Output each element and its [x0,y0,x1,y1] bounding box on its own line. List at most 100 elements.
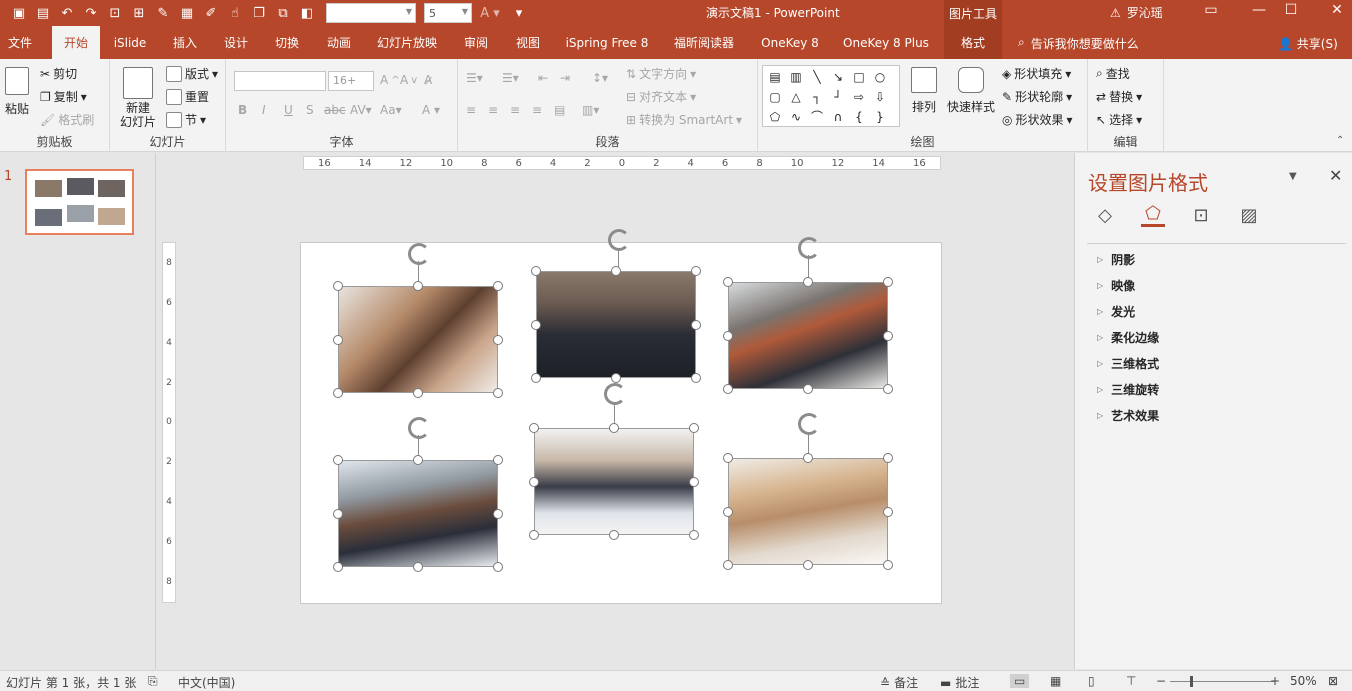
share-button[interactable]: 👤 共享(S) [1278,35,1338,52]
pane-item-shadow[interactable]: ▷ 阴影 [1097,251,1135,268]
convert-smartart-button[interactable]: ⊞ 转换为 SmartArt ▾ [626,111,742,128]
resize-handle[interactable] [723,384,733,394]
zoom-slider-thumb[interactable] [1190,676,1193,687]
zoom-level[interactable]: 50% [1290,674,1317,688]
align-right-icon[interactable]: ≡ [510,103,520,117]
curve-shape-icon[interactable]: ∩ [828,108,848,127]
resize-handle[interactable] [493,455,503,465]
slide-sorter-icon[interactable]: ▦ [1050,674,1061,688]
tab-onekey8[interactable]: OneKey 8 [754,26,826,59]
font-name-combo[interactable]: ▼ [326,3,416,23]
tab-view[interactable]: 视图 [506,26,550,59]
rotate-handle-icon[interactable] [608,229,630,251]
rotate-handle-icon[interactable] [604,383,626,405]
spell-check-icon[interactable]: ⎘ [148,674,158,689]
pane-item-3d-format[interactable]: ▷ 三维格式 [1097,355,1159,372]
copy-icon[interactable]: ❐ [248,3,270,23]
photo-handshake[interactable] [534,428,694,535]
resize-handle[interactable] [493,562,503,572]
undo-icon[interactable]: ↶ [56,3,78,23]
resize-handle[interactable] [691,373,701,383]
increase-indent-icon[interactable]: ⇥ [560,71,570,85]
cut-button[interactable]: ✂ 剪切 [40,65,77,82]
left-brace-shape-icon[interactable]: { [849,108,869,127]
user-area[interactable]: ⚠ 罗沁瑶 [1110,4,1163,21]
change-case-button[interactable]: Aa▾ [380,103,402,117]
customize-qat-icon[interactable]: ▾ [508,3,530,23]
photo-meeting-table[interactable] [728,282,888,389]
resize-handle[interactable] [723,506,733,517]
paste-button[interactable]: 粘贴 [3,67,31,117]
tab-islide[interactable]: iSlide [106,26,154,59]
arrow-line-shape-icon[interactable]: ↘ [828,68,848,87]
resize-handle[interactable] [883,330,893,341]
columns-icon[interactable]: ▥▾ [582,103,599,117]
scribble-shape-icon[interactable]: ∿ [786,108,806,127]
pane-item-artistic-effects[interactable]: ▷ 艺术效果 [1097,407,1159,424]
layout-button[interactable]: 版式 ▾ [166,65,218,82]
triangle-shape-icon[interactable]: △ [786,88,806,107]
resize-handle[interactable] [803,560,813,570]
notes-button[interactable]: ≙ 备注 [880,674,918,691]
replace-button[interactable]: ⇄ 替换 ▾ [1096,88,1142,105]
resize-handle[interactable] [689,476,699,487]
close-icon[interactable]: ✕ [1329,166,1342,185]
maximize-icon[interactable]: ☐ [1276,2,1306,18]
zoom-in-icon[interactable]: + [1270,674,1280,688]
resize-handle[interactable] [529,423,539,433]
tab-design[interactable]: 设计 [214,26,258,59]
tab-review[interactable]: 审阅 [454,26,498,59]
ungroup-icon[interactable]: ◧ [296,3,318,23]
resize-handle[interactable] [609,423,619,433]
resize-handle[interactable] [333,455,343,465]
decrease-indent-icon[interactable]: ⇤ [538,71,548,85]
right-brace-shape-icon[interactable]: } [870,108,890,127]
resize-handle[interactable] [413,281,423,291]
align-center-icon[interactable]: ≡ [488,103,498,117]
resize-handle[interactable] [803,453,813,463]
right-arrow-shape-icon[interactable]: ⇨ [849,88,869,107]
effects-pentagon-icon[interactable]: ⬠ [1141,203,1165,227]
size-icon[interactable]: ⊡ [1189,203,1213,227]
pane-item-soft-edges[interactable]: ▷ 柔化边缘 [1097,329,1159,346]
resize-handle[interactable] [691,266,701,276]
resize-handle[interactable] [333,281,343,291]
fill-icon[interactable]: ◇ [1093,203,1117,227]
resize-handle[interactable] [689,423,699,433]
resize-handle[interactable] [723,560,733,570]
resize-handle[interactable] [883,277,893,287]
comments-button[interactable]: ▬ 批注 [940,674,979,691]
reset-button[interactable]: 重置 [166,88,209,105]
font-name-input[interactable] [234,71,326,91]
bold-button[interactable]: B [238,103,247,117]
zoom-slider[interactable] [1170,681,1274,682]
ribbon-display-icon[interactable]: ▭ [1196,2,1226,18]
tab-ispring[interactable]: iSpring Free 8 [558,26,656,59]
slideshow-view-icon[interactable]: ⊤ [1126,674,1136,688]
save-icon[interactable]: ▣ [8,3,30,23]
new-slide-button[interactable]: 新建 幻灯片 [114,67,162,129]
clear-format-icon[interactable]: A̷ [424,73,432,87]
slide-thumbnail[interactable] [25,169,134,235]
strikethrough-button[interactable]: abc [324,103,346,117]
tab-format[interactable]: 格式 [944,26,1002,59]
normal-view-icon[interactable]: ▭ [1010,674,1030,688]
font-size-combo[interactable]: 5 ▼ [424,3,472,23]
justify-icon[interactable]: ≡ [532,103,542,117]
tab-animations[interactable]: 动画 [316,26,362,59]
touch-icon[interactable]: ☝ [224,3,246,23]
resize-handle[interactable] [883,506,893,517]
picture-icon[interactable]: ▨ [1237,203,1261,227]
align-left-icon[interactable]: ≡ [466,103,476,117]
group-icon[interactable]: ⧉ [272,3,294,23]
text-direction-button[interactable]: ⇅ 文字方向 ▾ [626,65,696,82]
photo-teamwork-hands[interactable] [338,286,498,393]
resize-handle[interactable] [333,388,343,398]
tell-me-box[interactable]: ⌕ 告诉我你想要做什么 [1018,35,1139,52]
pen-icon[interactable]: ✐ [200,3,222,23]
grow-font-icon[interactable]: A ^ [380,73,400,87]
resize-handle[interactable] [531,266,541,276]
resize-handle[interactable] [493,508,503,519]
select-button[interactable]: ↖ 选择 ▾ [1096,111,1142,128]
resize-handle[interactable] [691,319,701,330]
